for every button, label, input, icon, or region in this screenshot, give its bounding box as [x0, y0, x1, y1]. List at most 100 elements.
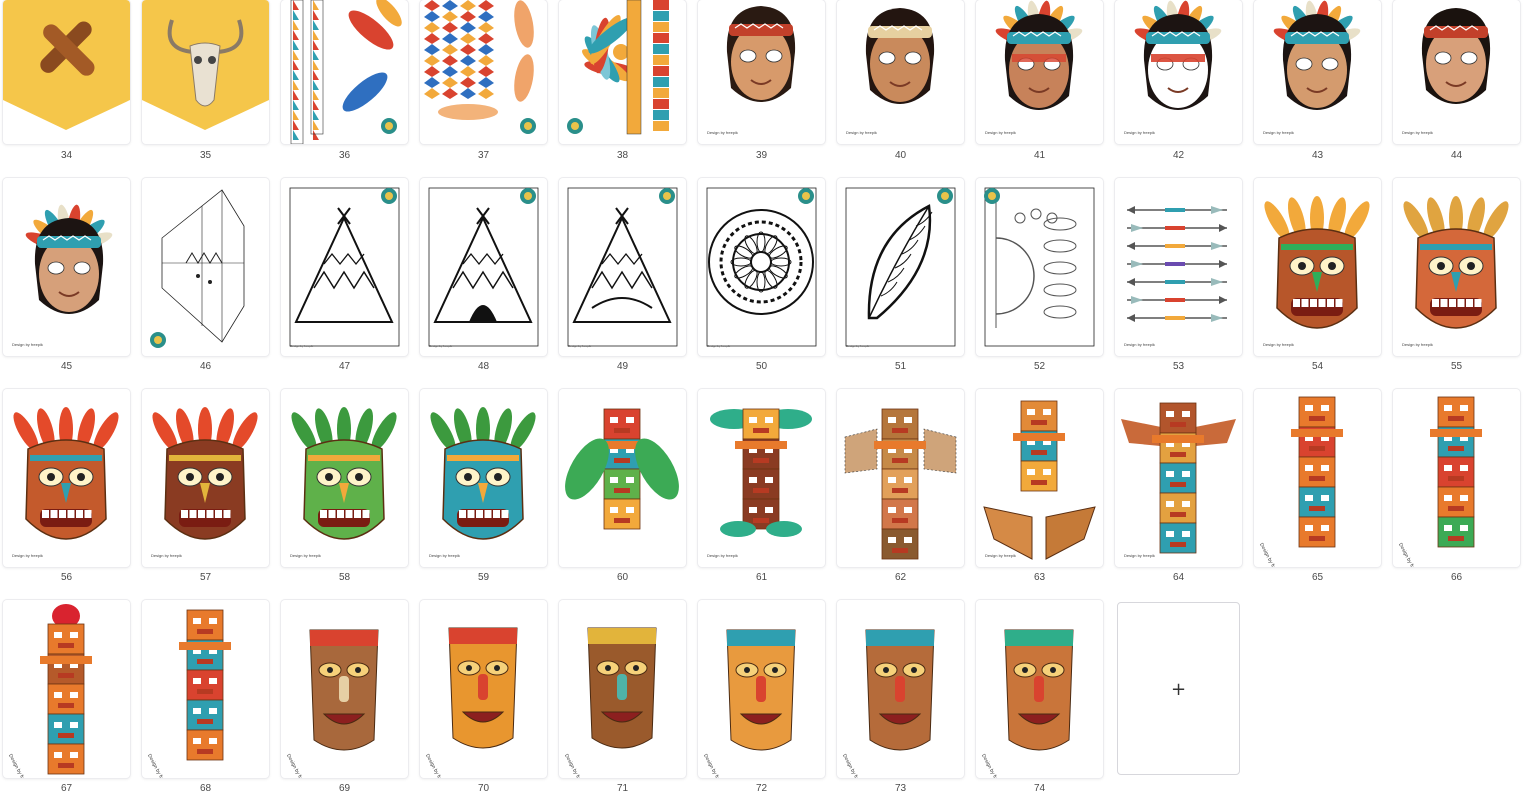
page-thumbnail[interactable]: Design by freepik 40 [837, 0, 967, 161]
page-preview[interactable]: Design by freepik [837, 0, 964, 144]
page-preview[interactable]: Design by freepik [698, 600, 825, 778]
page-preview[interactable] [559, 0, 686, 144]
page-thumbnail[interactable]: Design by freepik 51 [837, 178, 967, 372]
page-preview[interactable]: Design by freepik [976, 0, 1103, 144]
page-thumbnail[interactable]: Design by freepik 56 [3, 389, 133, 583]
page-thumbnail[interactable]: Design by freepik 63 [976, 389, 1106, 583]
page-thumbnail[interactable]: Design by freepik 58 [281, 389, 411, 583]
page-preview[interactable]: Design by freepik [976, 389, 1103, 567]
page-thumbnail[interactable]: 52 [976, 178, 1106, 372]
page-preview[interactable]: Design by freepik [420, 600, 547, 778]
page-thumbnail[interactable]: Design by freepik 54 [1254, 178, 1384, 372]
page-thumbnail[interactable]: Design by freepik 53 [1115, 178, 1245, 372]
page-number: 39 [755, 150, 768, 161]
page-preview[interactable]: Design by freepik [3, 600, 130, 778]
page-thumbnail[interactable]: Design by freepik 47 [281, 178, 411, 372]
page-preview[interactable]: Design by freepik [698, 389, 825, 567]
page-preview[interactable]: Design by freepik [1393, 389, 1520, 567]
page-thumbnail[interactable]: Design by freepik 55 [1393, 178, 1523, 372]
page-preview[interactable]: Design by freepik [3, 178, 130, 356]
page-thumbnail[interactable]: Design by freepik 61 [698, 389, 828, 583]
page-preview[interactable]: Design by freepik [1254, 178, 1381, 356]
page-thumbnail[interactable]: Design by freepik 59 [420, 389, 550, 583]
page-preview[interactable] [420, 0, 547, 144]
page-thumbnail[interactable]: Design by freepik 44 [1393, 0, 1523, 161]
page-thumbnail[interactable]: Design by freepik 39 [698, 0, 828, 161]
page-preview[interactable] [837, 389, 964, 567]
page-illustration [845, 187, 956, 347]
page-thumbnail[interactable]: Design by freepik 43 [1254, 0, 1384, 161]
page-preview[interactable]: Design by freepik [281, 178, 408, 356]
page-thumbnail[interactable]: Design by freepik 67 [3, 600, 133, 794]
page-thumbnail[interactable]: Design by freepik 66 [1393, 389, 1523, 583]
page-preview[interactable]: Design by freepik [837, 178, 964, 356]
page-thumbnail[interactable]: Design by freepik 74 [976, 600, 1106, 794]
page-thumbnail[interactable]: Design by freepik 72 [698, 600, 828, 794]
page-preview[interactable]: Design by freepik [976, 600, 1103, 778]
page-illustration [844, 408, 957, 560]
page-preview[interactable]: Design by freepik [1115, 178, 1242, 356]
page-preview[interactable]: Design by freepik [420, 389, 547, 567]
page-preview[interactable] [142, 0, 269, 144]
page-preview[interactable]: Design by freepik [3, 389, 130, 567]
page-preview[interactable]: Design by freepik [1393, 0, 1520, 144]
design-credit: Design by freepik [846, 344, 870, 348]
design-credit: Design by freepik [1124, 553, 1155, 558]
page-preview[interactable]: Design by freepik [1393, 178, 1520, 356]
design-credit: Design by freepik [12, 342, 43, 347]
design-credit: Design by freepik [985, 553, 1016, 558]
page-preview[interactable] [559, 389, 686, 567]
page-thumbnail[interactable]: Design by freepik 57 [142, 389, 272, 583]
page-preview[interactable]: Design by freepik [281, 600, 408, 778]
page-number: 59 [477, 572, 490, 583]
page-preview[interactable]: Design by freepik [837, 600, 964, 778]
page-preview[interactable] [3, 0, 130, 144]
page-number: 50 [755, 361, 768, 372]
page-illustration [726, 629, 796, 751]
page-thumbnail[interactable]: 34 [3, 0, 133, 161]
add-page-button[interactable]: + [1117, 602, 1240, 775]
page-preview[interactable]: Design by freepik [142, 600, 269, 778]
page-preview[interactable]: Design by freepik [142, 389, 269, 567]
page-thumbnail[interactable]: Design by freepik 65 [1254, 389, 1384, 583]
page-thumbnail[interactable]: 37 [420, 0, 550, 161]
plus-icon: + [1170, 679, 1187, 700]
page-thumbnail[interactable]: Design by freepik 45 [3, 178, 133, 372]
page-number: 52 [1033, 361, 1046, 372]
page-thumbnail[interactable]: 35 [142, 0, 272, 161]
page-preview[interactable]: Design by freepik [1115, 389, 1242, 567]
page-preview[interactable]: Design by freepik [559, 178, 686, 356]
page-number: 70 [477, 783, 490, 794]
page-thumbnail[interactable]: Design by freepik 49 [559, 178, 689, 372]
page-preview[interactable]: Design by freepik [698, 0, 825, 144]
page-preview[interactable]: Design by freepik [1115, 0, 1242, 144]
page-thumbnail[interactable]: Design by freepik 73 [837, 600, 967, 794]
page-thumbnail[interactable]: Design by freepik 68 [142, 600, 272, 794]
page-thumbnail[interactable]: 46 [142, 178, 272, 372]
design-credit: Design by freepik [707, 553, 738, 558]
page-thumbnail[interactable]: Design by freepik 48 [420, 178, 550, 372]
design-credit: Design by freepik [1402, 130, 1433, 135]
page-thumbnail[interactable]: Design by freepik 42 [1115, 0, 1245, 161]
page-thumbnail[interactable]: 38 [559, 0, 689, 161]
page-preview[interactable]: Design by freepik [1254, 0, 1381, 144]
page-thumbnail[interactable]: Design by freepik 64 [1115, 389, 1245, 583]
page-thumbnail[interactable]: Design by freepik 70 [420, 600, 550, 794]
page-preview[interactable] [976, 178, 1103, 356]
page-preview[interactable] [142, 178, 269, 356]
page-thumbnail[interactable]: Design by freepik 41 [976, 0, 1106, 161]
page-thumbnail[interactable]: 62 [837, 389, 967, 583]
page-preview[interactable] [281, 0, 408, 144]
page-number: 48 [477, 361, 490, 372]
page-preview[interactable]: Design by freepik [559, 600, 686, 778]
page-preview[interactable]: Design by freepik [281, 389, 408, 567]
page-preview[interactable]: Design by freepik [420, 178, 547, 356]
page-illustration [13, 407, 119, 540]
page-thumbnail[interactable]: Design by freepik 71 [559, 600, 689, 794]
page-thumbnail[interactable]: Design by freepik 50 [698, 178, 828, 372]
page-thumbnail[interactable]: 36 [281, 0, 411, 161]
page-thumbnail[interactable]: 60 [559, 389, 689, 583]
page-preview[interactable]: Design by freepik [1254, 389, 1381, 567]
page-thumbnail[interactable]: Design by freepik 69 [281, 600, 411, 794]
page-preview[interactable]: Design by freepik [698, 178, 825, 356]
